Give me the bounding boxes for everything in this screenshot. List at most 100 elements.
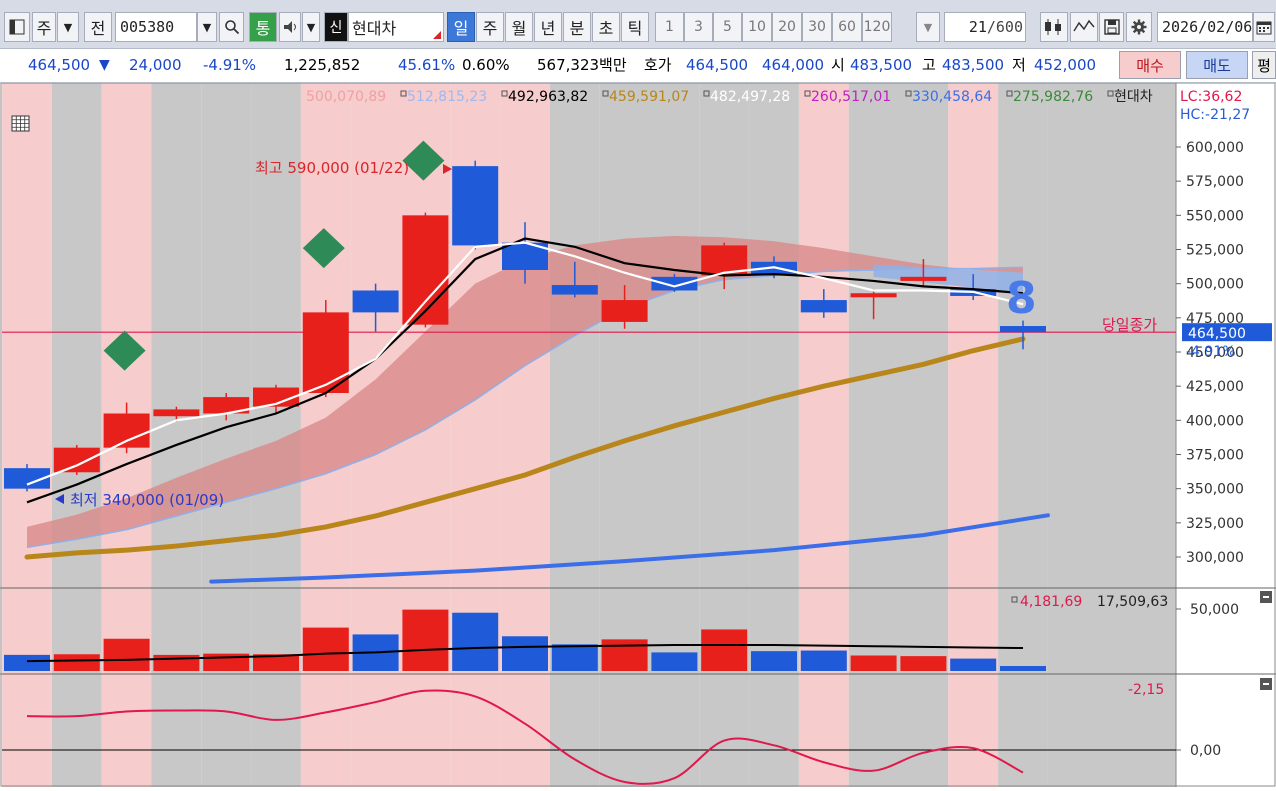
hoga-label: 호가 [644,56,672,74]
legend-value: 260,517,01 [811,89,891,105]
interval-button-120[interactable]: 120 [862,12,892,42]
chart-canvas[interactable]: 600,000575,000550,000525,000500,000475,0… [0,82,1276,787]
layout-icon[interactable] [4,12,30,42]
y-tick-label: 525,000 [1186,243,1244,259]
day-band [848,83,899,787]
candle-body [900,276,947,281]
day-band [649,83,700,787]
count-input[interactable]: 21/600 [944,12,1026,42]
date-input[interactable]: 2026/02/06 [1157,12,1253,42]
volume-bar [601,639,648,671]
interval-button-5[interactable]: 5 [713,12,742,42]
toolbar: 주 ▼ 전 005380 ▼ 통 ▼ 신 현대차 일주월년분초틱 1 3 5 10 20… [0,0,1276,49]
legend-value: 500,070,89 [306,89,386,105]
speaker-icon[interactable] [279,12,301,42]
volume-bar [1000,666,1046,671]
legend-value: 482,497,28 [710,89,790,105]
candle-body [651,276,698,291]
tab-period-0[interactable]: 일 [447,12,475,42]
interval-button-30[interactable]: 30 [802,12,832,42]
volume-bar [800,650,847,671]
tab-period-5[interactable]: 초 [592,12,620,42]
tab-period-2[interactable]: 월 [505,12,533,42]
volume-bar [651,652,698,671]
candle-body [601,300,648,322]
y-tick-label: 550,000 [1186,208,1244,224]
code-dropdown-icon[interactable]: ▼ [197,12,217,42]
day-band [998,83,1048,787]
day-band [749,83,799,787]
candle-type-icon[interactable] [1040,12,1068,42]
low-label: 저 [1012,56,1026,74]
tab-period-1[interactable]: 주 [476,12,504,42]
y-tick-label: 600,000 [1186,140,1244,156]
volume: 1,225,852 [284,56,361,74]
candle-body [800,300,847,313]
search-icon[interactable] [219,12,244,42]
y-tick-label: 325,000 [1186,516,1244,532]
volume-legend-prev: 4,181,69 [1020,594,1082,610]
dropdown-arrow-icon[interactable]: ▼ [57,12,79,42]
bid-price: 464,000 [762,56,825,74]
y-tick-label: 400,000 [1186,413,1244,429]
interval-button-20[interactable]: 20 [772,12,802,42]
candle-body [53,447,100,473]
interval-button-1[interactable]: 1 [655,12,684,42]
count-value: 21 [968,18,987,36]
tab-period-3[interactable]: 년 [534,12,562,42]
candle-body [352,290,399,313]
extra-button[interactable]: 평 [1252,51,1276,79]
candle-body [402,215,449,325]
speaker-dropdown-icon[interactable]: ▼ [302,12,320,42]
calendar-icon[interactable] [1253,12,1275,42]
corner-mark-icon [433,31,441,39]
stock-name: 현대차 [352,19,397,38]
day-band [151,83,202,787]
prev-button[interactable]: 전 [84,12,112,42]
volume-bar [751,651,797,671]
sell-button[interactable]: 매도 [1186,51,1248,79]
day-band [798,83,849,787]
volume-bar [452,612,499,671]
interval-button-10[interactable]: 10 [742,12,772,42]
buy-button[interactable]: 매수 [1119,51,1181,79]
settings-gear-icon[interactable] [1126,12,1152,42]
day-band [2,83,52,787]
interval-dropdown-icon[interactable]: ▼ [916,12,940,42]
save-icon[interactable] [1099,12,1124,42]
change-percent: -4.91% [203,56,257,74]
volume-ratio: 45.61% [398,56,456,74]
tab-period-6[interactable]: 틱 [621,12,649,42]
y-tick-label: 375,000 [1186,448,1244,464]
stock-name-field[interactable]: 현대차 [348,12,444,42]
tong-button[interactable]: 통 [249,12,277,42]
legend-value: 512,815,23 [407,89,487,105]
legend-stock-name: 현대차 [1114,89,1153,105]
day-band [948,83,999,787]
y-tick-label: 500,000 [1186,277,1244,293]
day-band [500,83,550,787]
tab-period-4[interactable]: 분 [563,12,591,42]
interval-button-3[interactable]: 3 [684,12,713,42]
day-band [699,83,750,787]
open-label: 시 [831,56,845,74]
candle-body [850,293,897,298]
y-tick-label: 425,000 [1186,379,1244,395]
volume-bar [701,629,748,671]
period-select[interactable]: 주 [32,12,56,42]
candle-body [1000,326,1046,333]
price-chart[interactable]: 600,000 575,000 550,000 525,000 500,000 475,0… [0,82,1276,787]
stock-code-input[interactable]: 005380 [115,12,197,42]
volume-bar [950,658,997,671]
volume-legend-value: 17,509,63 [1097,594,1168,610]
day-band [51,83,102,787]
legend-value: 330,458,64 [912,89,992,105]
cci-zero-label: 0,00 [1190,743,1221,759]
volume-bar [53,654,100,671]
ask-price: 464,500 [686,56,749,74]
price-change: 24,000 [129,56,182,74]
legend-value: 275,982,76 [1013,89,1093,105]
line-chart-icon[interactable] [1070,12,1098,42]
trade-amount: 567,323백만 [537,56,627,74]
interval-button-60[interactable]: 60 [832,12,862,42]
